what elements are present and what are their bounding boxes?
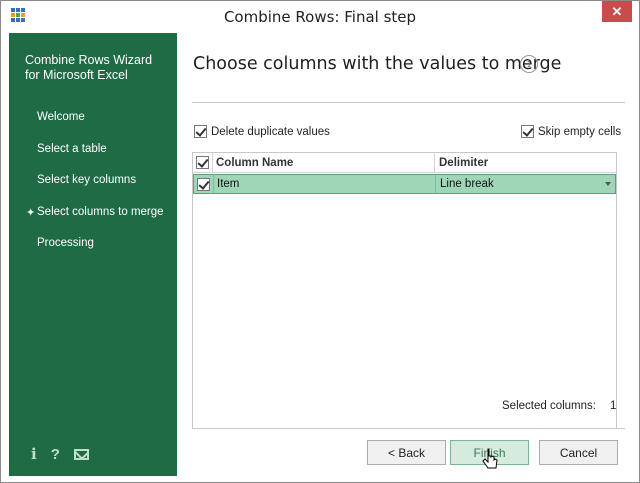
delete-duplicates-option[interactable]: Delete duplicate values [194,125,330,138]
skip-empty-cells-label: Skip empty cells [538,125,622,138]
selected-columns-count: 1 [610,400,617,412]
delete-duplicates-checkbox[interactable] [194,125,207,138]
step-select-table: Select a table [25,143,175,175]
info-icon[interactable]: i [31,445,37,463]
cancel-button[interactable]: Cancel [539,440,618,465]
chevron-down-icon[interactable] [605,182,611,186]
mail-icon[interactable] [73,448,89,460]
sidebar-footer-icons: i ? [31,445,89,463]
delimiter-dropdown[interactable]: Line break [437,175,617,193]
delimiter-value: Line break [440,178,494,190]
step-label: Welcome [37,111,85,123]
sidebar-title-line2: for Microsoft Excel [25,68,128,82]
step-label: Processing [37,237,94,249]
step-welcome: Welcome [25,111,175,143]
mouse-cursor-icon [482,448,498,469]
step-select-columns-to-merge: ✦ Select columns to merge [25,206,175,238]
row-check-cell [194,175,214,193]
row-checkbox[interactable] [197,177,210,191]
back-button[interactable]: < Back [367,440,446,465]
row-column-name: Item [215,175,436,193]
close-button[interactable]: ✕ [602,1,632,22]
skip-empty-cells-checkbox[interactable] [521,125,534,138]
delete-duplicates-label: Delete duplicate values [211,125,330,138]
columns-grid: Column Name Delimiter Item Line break [192,152,617,429]
select-all-checkbox[interactable] [196,156,209,169]
step-label: Select columns to merge [37,205,164,218]
column-header-delimiter[interactable]: Delimiter [436,153,616,172]
grid-header: Column Name Delimiter [193,153,616,173]
step-label: Select a table [37,142,107,155]
select-all-cell [193,153,213,172]
sidebar-title-line1: Combine Rows Wizard [25,53,153,67]
wizard-steps: Welcome Select a table Select key column… [25,111,175,269]
skip-empty-cells-option[interactable]: Skip empty cells [521,125,621,138]
wizard-sidebar: Combine Rows Wizard for Microsoft Excel … [9,33,177,476]
column-header-name[interactable]: Column Name [214,153,435,172]
step-label: Select key columns [37,174,137,186]
divider [192,102,625,103]
table-row[interactable]: Item Line break [193,174,616,194]
selected-columns-label: Selected columns: [502,400,596,412]
divider [192,428,625,429]
close-icon: ✕ [611,4,623,19]
window-title: Combine Rows: Final step [223,8,417,26]
wizard-window: Combine Rows: Final step ✕ Combine Rows … [0,0,640,483]
page-title: Choose columns with the values to merge [193,54,562,74]
sidebar-title: Combine Rows Wizard for Microsoft Excel [25,53,173,83]
step-processing: Processing [25,237,175,269]
step-select-key-columns: Select key columns [25,174,175,206]
info-icon[interactable]: i [520,55,538,73]
help-icon[interactable]: ? [51,446,60,463]
title-bar: Combine Rows: Final step ✕ [1,1,639,33]
current-step-icon: ✦ [26,206,36,219]
